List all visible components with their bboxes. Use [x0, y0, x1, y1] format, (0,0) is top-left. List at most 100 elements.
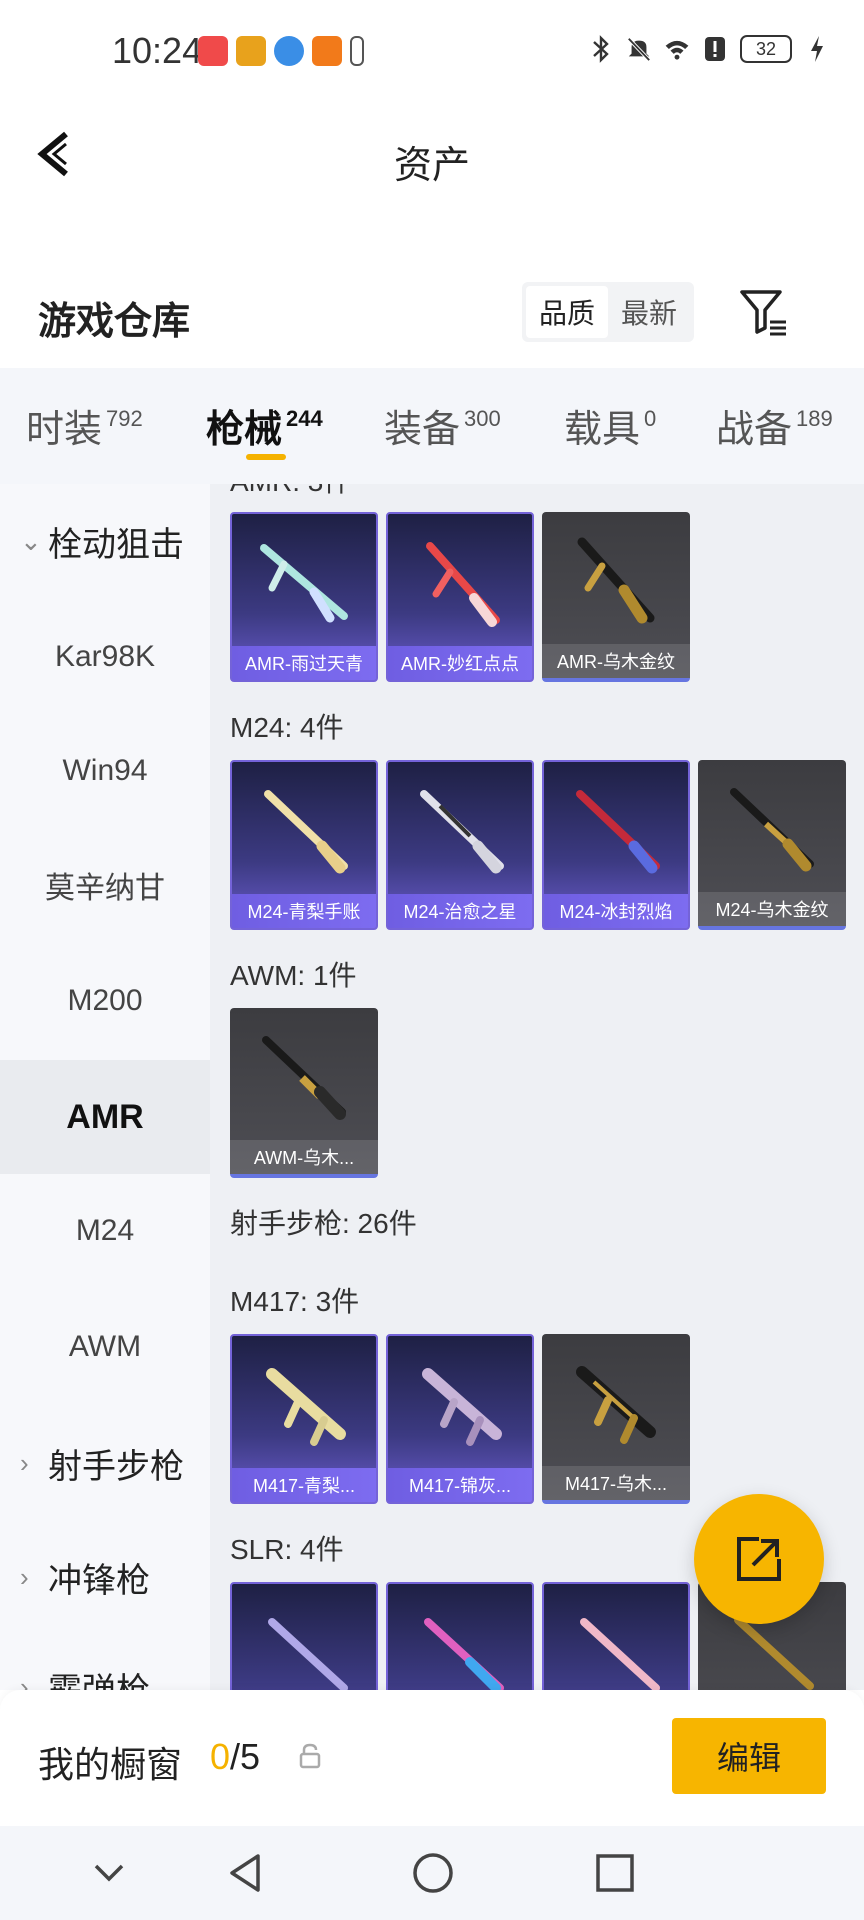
weapon-name: AMR-乌木金纹: [542, 644, 690, 678]
bluetooth-icon: [588, 34, 614, 64]
weapon-name: M24-青梨手账: [232, 894, 376, 928]
assault-rifle-icon: [576, 1366, 656, 1444]
weapon-card[interactable]: [230, 1582, 378, 1690]
filter-icon: [740, 290, 786, 336]
weapon-name: AMR-雨过天青: [232, 646, 376, 680]
mute-icon: [626, 34, 652, 64]
weapon-card[interactable]: M417-青梨...: [230, 1334, 378, 1504]
assault-rifle-icon: [422, 1368, 502, 1446]
sidebar-group-marksman[interactable]: › 射手步枪: [0, 1406, 210, 1520]
wifi-icon: [664, 34, 690, 64]
sidebar-item-kar98k[interactable]: Kar98K: [0, 600, 210, 714]
tab-guns[interactable]: 枪械 244: [206, 398, 323, 453]
notification-icons: [198, 36, 364, 66]
m24-group-header: M24: 4件: [230, 712, 344, 743]
sidebar-item-amr[interactable]: AMR: [0, 1060, 210, 1174]
chevron-right-icon: ›: [20, 1447, 29, 1478]
app-notification-icon: [312, 36, 342, 66]
nav-back-icon[interactable]: [222, 1848, 272, 1898]
amr-group-header: AMR: 3件: [230, 484, 351, 500]
weapon-card[interactable]: AMR-雨过天青: [230, 512, 378, 682]
filter-button[interactable]: [738, 286, 790, 338]
sidebar-item-m200[interactable]: M200: [0, 944, 210, 1058]
nav-home-icon[interactable]: [408, 1848, 458, 1898]
tab-fashion[interactable]: 时装 792: [26, 398, 143, 453]
weapon-name: AWM-乌木...: [230, 1140, 378, 1174]
sniper-rifle-icon: [262, 1036, 346, 1120]
category-tabs: 时装 792 枪械 244 装备 300 载具 0 战备 189: [0, 368, 864, 484]
app-notification-icon: [198, 36, 228, 66]
battery-indicator: 32: [740, 35, 792, 63]
weapon-name: M24-乌木金纹: [698, 892, 846, 926]
weapon-name: M417-青梨...: [232, 1468, 376, 1502]
weapon-card[interactable]: AMR-乌木金纹: [542, 512, 690, 682]
sidebar-group-shotgun[interactable]: ›霰弹枪: [0, 1630, 210, 1691]
app-notification-icon: [236, 36, 266, 66]
weapon-card[interactable]: M417-乌木...: [542, 1334, 690, 1504]
nav-recents-icon[interactable]: [590, 1848, 640, 1898]
edit-button[interactable]: 编辑: [672, 1718, 826, 1794]
warning-icon: [702, 34, 728, 64]
status-bar: 10:24 32: [0, 0, 864, 104]
tab-equipment[interactable]: 装备 300: [384, 398, 501, 453]
chevron-down-icon: ⌄: [20, 525, 42, 556]
sort-toggle: 品质 最新: [522, 282, 694, 342]
weapon-card[interactable]: M24-治愈之星: [386, 760, 534, 930]
section-header: 游戏仓库 品质 最新: [0, 260, 864, 360]
lock-icon: [299, 1743, 321, 1769]
sidebar-item-awm[interactable]: AWM: [0, 1290, 210, 1404]
weapon-name: M417-乌木...: [542, 1466, 690, 1500]
weapon-name: AMR-妙红点点: [388, 646, 532, 680]
sort-newest-button[interactable]: 最新: [608, 286, 690, 338]
sniper-rifle-icon: [577, 537, 655, 624]
showcase-bar: 我的橱窗 0/5 编辑: [0, 1690, 864, 1826]
rifle-icon: [580, 1618, 660, 1690]
sniper-rifle-icon: [420, 790, 504, 874]
sidebar-group-smg[interactable]: › 冲锋枪: [0, 1520, 210, 1634]
weapon-card[interactable]: M24-青梨手账: [230, 760, 378, 930]
charging-icon: [804, 34, 830, 64]
sniper-rifle-icon: [426, 542, 500, 627]
assault-rifle-icon: [266, 1368, 346, 1446]
sniper-rifle-icon: [576, 790, 660, 874]
weapon-card[interactable]: M24-乌木金纹: [698, 760, 846, 930]
weapon-card[interactable]: AWM-乌木...: [230, 1008, 378, 1178]
active-tab-indicator: [246, 454, 286, 460]
weapon-name: M24-治愈之星: [388, 894, 532, 928]
alert-icon: [350, 36, 364, 66]
awm-group-header: AWM: 1件: [230, 960, 357, 991]
status-time: 10:24: [112, 30, 203, 71]
marksman-group-header: 射手步枪: 26件: [230, 1208, 417, 1239]
sniper-rifle-icon: [264, 790, 348, 874]
showcase-count: 0/5: [210, 1736, 261, 1777]
sidebar-group-bolt-action[interactable]: ⌄ 栓动狙击: [0, 484, 210, 598]
tab-vehicles[interactable]: 载具 0: [564, 398, 656, 453]
app-notification-icon: [274, 36, 304, 66]
tab-supplies[interactable]: 战备 189: [716, 398, 833, 453]
weapon-card[interactable]: [386, 1582, 534, 1690]
share-fab-button[interactable]: [694, 1494, 824, 1624]
rifle-icon: [268, 1618, 348, 1690]
weapon-card[interactable]: M24-冰封烈焰: [542, 760, 690, 930]
sidebar-item-mosin[interactable]: 莫辛纳甘: [0, 828, 210, 942]
share-icon: [737, 1537, 781, 1581]
weapon-category-sidebar: ⌄ 栓动狙击 Kar98K Win94 莫辛纳甘 M200 AMR M24 AWM…: [0, 484, 210, 1690]
rifle-icon: [424, 1618, 504, 1690]
sidebar-item-win94[interactable]: Win94: [0, 714, 210, 828]
section-title: 游戏仓库: [38, 301, 191, 343]
weapon-card[interactable]: [542, 1582, 690, 1690]
sidebar-item-m24[interactable]: M24: [0, 1174, 210, 1288]
nav-bar: 资产: [0, 104, 864, 204]
weapon-card[interactable]: AMR-妙红点点: [386, 512, 534, 682]
weapon-name: M417-锦灰...: [388, 1468, 532, 1502]
slr-group-header: SLR: 4件: [230, 1534, 344, 1565]
sniper-rifle-icon: [730, 788, 814, 872]
collapse-chevron-icon[interactable]: [84, 1848, 134, 1898]
sort-quality-button[interactable]: 品质: [526, 286, 608, 338]
chevron-right-icon: ›: [20, 1561, 29, 1592]
showcase-label: 我的橱窗: [38, 1744, 183, 1785]
weapon-card[interactable]: M417-锦灰...: [386, 1334, 534, 1504]
sniper-rifle-icon: [260, 544, 348, 623]
page-title: 资产: [393, 145, 470, 187]
chevron-right-icon: ›: [20, 1671, 29, 1691]
